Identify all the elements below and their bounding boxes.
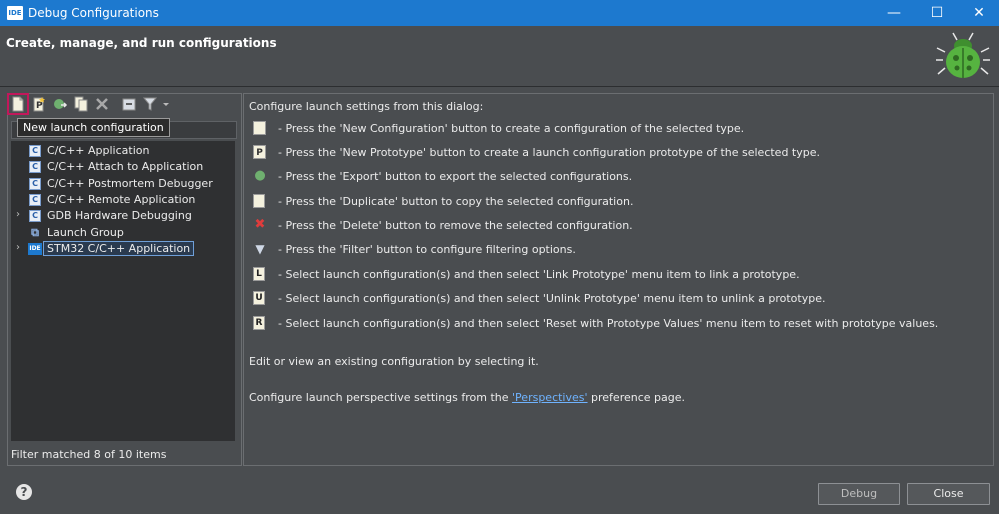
tree-item-label: Launch Group [47, 226, 124, 239]
config-toolbar: P [7, 93, 241, 116]
perspective-prefix: Configure launch perspective settings fr… [249, 391, 513, 404]
instruction-text: - Select launch configuration(s) and the… [278, 292, 826, 305]
edit-text: Edit or view an existing configuration b… [249, 355, 539, 368]
perspective-suffix: preference page. [587, 391, 686, 404]
instruction-text: - Select launch configuration(s) and the… [278, 317, 939, 330]
title-bar: IDE Debug Configurations — ☐ ✕ [0, 0, 999, 26]
debug-bug-icon [936, 32, 990, 78]
unlink-prototype-icon: U [253, 291, 265, 305]
chevron-right-icon[interactable]: › [16, 242, 20, 253]
tree-item-stm32-application[interactable]: › IDE STM32 C/C++ Application [11, 241, 235, 257]
instruction-text: - Press the 'Delete' button to remove th… [278, 219, 633, 232]
chevron-down-icon[interactable] [161, 96, 171, 112]
tree-item-label: GDB Hardware Debugging [47, 209, 192, 222]
perspective-text: Configure launch perspective settings fr… [249, 391, 685, 404]
delete-icon[interactable] [94, 96, 110, 112]
cpp-config-icon: C [29, 161, 41, 173]
window-title: Debug Configurations [28, 6, 159, 20]
tree-item-label: C/C++ Application [47, 144, 150, 157]
instructions-panel: Configure launch settings from this dial… [243, 93, 994, 466]
duplicate-icon [253, 194, 265, 208]
tree-item-label: C/C++ Attach to Application [47, 160, 204, 173]
cpp-config-icon: C [29, 145, 41, 157]
link-prototype-icon: L [253, 267, 265, 281]
close-window-button[interactable]: ✕ [958, 0, 999, 26]
tree-item-cpp-attach[interactable]: C C/C++ Attach to Application [11, 159, 235, 175]
new-config-icon[interactable] [7, 93, 29, 115]
page-title: Create, manage, and run configurations [6, 36, 277, 50]
cpp-config-icon: C [29, 210, 41, 222]
debug-button[interactable]: Debug [818, 483, 900, 505]
chevron-right-icon[interactable]: › [16, 209, 20, 220]
config-tree: C C/C++ Application C C/C++ Attach to Ap… [11, 141, 235, 441]
tree-item-cpp-remote[interactable]: C C/C++ Remote Application [11, 192, 235, 208]
instruction-text: - Press the 'Export' button to export th… [278, 170, 633, 183]
tree-item-label: C/C++ Postmortem Debugger [47, 177, 213, 190]
tree-item-cpp-postmortem[interactable]: C C/C++ Postmortem Debugger [11, 176, 235, 192]
new-prototype-icon[interactable]: P [31, 96, 47, 112]
reset-prototype-icon: R [253, 316, 265, 330]
app-icon: IDE [7, 6, 23, 20]
tooltip: New launch configuration [17, 118, 170, 137]
minimize-button[interactable]: — [873, 0, 915, 26]
tree-item-launch-group[interactable]: ⧉ Launch Group [11, 225, 235, 241]
header-divider [0, 86, 999, 87]
duplicate-icon[interactable] [73, 96, 89, 112]
configuration-list-panel: P New launch configuration C C/C++ Appli… [7, 93, 242, 466]
filter-icon[interactable] [142, 96, 158, 112]
export-icon[interactable] [52, 96, 68, 112]
filter-icon: ▼ [255, 242, 265, 256]
dialog-header: Create, manage, and run configurations [0, 26, 999, 86]
launch-group-icon: ⧉ [31, 226, 39, 239]
instruction-text: - Press the 'Duplicate' button to copy t… [278, 195, 634, 208]
perspectives-link[interactable]: 'Perspectives' [512, 391, 588, 404]
maximize-button[interactable]: ☐ [916, 0, 958, 26]
stm32-ide-icon: IDE [28, 243, 42, 255]
instruction-text: - Press the 'New Configuration' button t… [278, 122, 745, 135]
tree-item-label: C/C++ Remote Application [47, 193, 196, 206]
filter-status: Filter matched 8 of 10 items [11, 448, 167, 461]
new-prototype-icon: P [253, 145, 266, 159]
tree-item-label: STM32 C/C++ Application [42, 241, 195, 256]
close-button[interactable]: Close [907, 483, 990, 505]
cpp-config-icon: C [29, 194, 41, 206]
collapse-all-icon[interactable] [121, 96, 137, 112]
svg-text:P: P [36, 101, 43, 111]
instruction-text: - Press the 'New Prototype' button to cr… [278, 146, 821, 159]
cpp-config-icon: C [29, 178, 41, 190]
export-icon: ● [254, 168, 266, 183]
tree-item-cpp-application[interactable]: C C/C++ Application [11, 143, 235, 159]
instruction-text: - Press the 'Filter' button to configure… [278, 243, 576, 256]
instruction-text: - Select launch configuration(s) and the… [278, 268, 800, 281]
intro-text: Configure launch settings from this dial… [249, 100, 484, 113]
help-icon[interactable]: ? [16, 484, 32, 500]
tree-item-gdb-hardware[interactable]: › C GDB Hardware Debugging [11, 208, 235, 224]
delete-icon: ✖ [254, 217, 266, 232]
new-config-icon [253, 121, 266, 135]
